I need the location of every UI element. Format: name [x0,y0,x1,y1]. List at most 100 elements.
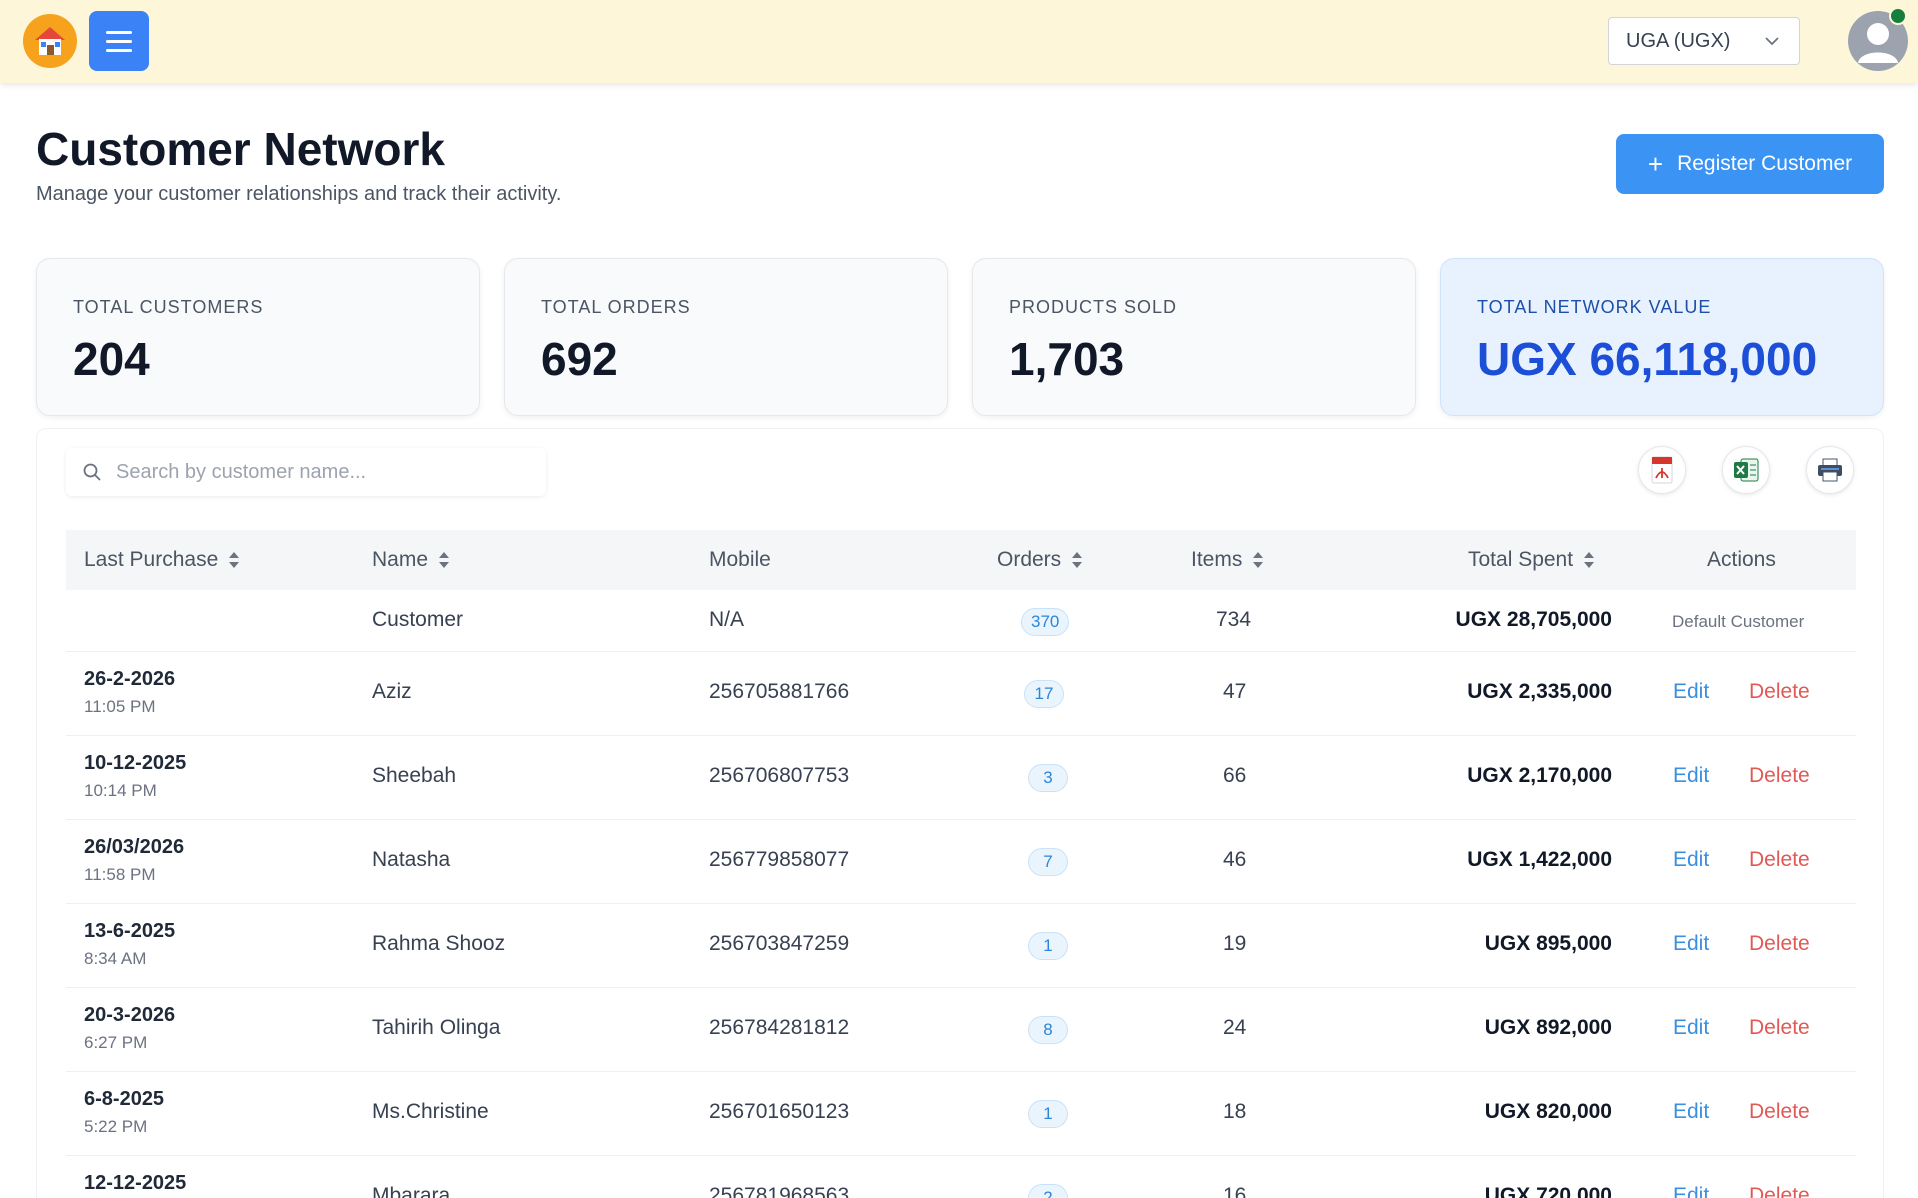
delete-button[interactable]: Delete [1749,1100,1810,1124]
orders-badge: 1 [1028,1100,1068,1128]
plus-icon: + [1647,149,1664,179]
cell-items: 16 [1223,1184,1247,1198]
orders-badge: 370 [1021,608,1070,636]
cell-items: 19 [1223,932,1247,955]
cell-name: Rahma Shooz [372,932,506,955]
cell-items: 734 [1216,608,1252,631]
page-title: Customer Network [36,123,445,175]
stat-value: 692 [541,333,618,385]
register-customer-button[interactable]: + Register Customer [1616,134,1884,194]
delete-button[interactable]: Delete [1749,680,1810,704]
purchase-date: 12-12-2025 [84,1172,187,1194]
pdf-icon [1651,456,1673,484]
cell-mobile: 256781968563 [709,1184,850,1198]
home-button[interactable] [23,14,77,68]
stat-value: 1,703 [1009,333,1125,385]
purchase-date: 26-2-2026 [84,668,176,690]
export-excel-button[interactable] [1722,446,1770,494]
delete-button[interactable]: Delete [1749,932,1810,956]
column-header-last-purchase[interactable]: Last Purchase [84,530,240,590]
purchase-time: 8:34 AM [84,949,147,968]
stat-value: UGX 66,118,000 [1477,333,1818,385]
cell-name: Natasha [372,848,451,871]
stat-card-products-sold: PRODUCTS SOLD 1,703 [972,258,1416,416]
column-header-name[interactable]: Name [372,530,450,590]
column-header-actions: Actions [1707,530,1776,590]
stat-label: TOTAL ORDERS [541,297,691,317]
cell-total-spent: UGX 720,000 [1484,1184,1612,1198]
column-label: Last Purchase [84,548,219,571]
online-status-dot [1889,7,1907,25]
export-pdf-button[interactable] [1638,446,1686,494]
search-input[interactable] [116,460,516,484]
edit-button[interactable]: Edit [1673,848,1709,872]
table-row: 26/03/2026 11:58 PM Natasha 256779858077… [66,820,1856,904]
delete-button[interactable]: Delete [1749,848,1810,872]
cell-total-spent: UGX 820,000 [1484,1100,1612,1123]
default-customer-note: Default Customer [1672,612,1805,631]
orders-badge: 17 [1024,680,1064,708]
delete-button[interactable]: Delete [1749,764,1810,788]
cell-items: 24 [1223,1016,1247,1039]
cell-last-purchase: 20-3-2026 6:27 PM [84,1004,175,1053]
orders-badge: 8 [1028,1016,1068,1044]
cell-total-spent: UGX 2,335,000 [1467,680,1612,703]
edit-button[interactable]: Edit [1673,680,1709,704]
column-label: Items [1191,548,1243,571]
search-icon [83,463,101,481]
edit-button[interactable]: Edit [1673,1016,1709,1040]
cell-items: 66 [1223,764,1247,787]
currency-select[interactable]: UGA (UGX) [1608,17,1800,65]
table-row: 10-12-2025 10:14 PM Sheebah 256706807753… [66,736,1856,820]
purchase-time: 5:22 PM [84,1117,148,1136]
table-header: Last Purchase Name Mobile Orders Items T… [66,530,1856,590]
cell-items: 46 [1223,848,1247,871]
cell-name: Mbarara [372,1184,451,1198]
currency-select-value: UGA (UGX) [1626,29,1731,52]
purchase-date: 10-12-2025 [84,752,187,774]
edit-button[interactable]: Edit [1673,932,1709,956]
column-header-items[interactable]: Items [1191,530,1264,590]
edit-button[interactable]: Edit [1673,764,1709,788]
stat-value: 204 [73,333,150,385]
edit-button[interactable]: Edit [1673,1184,1709,1198]
column-header-mobile: Mobile [709,530,771,590]
menu-button[interactable] [89,11,149,71]
cell-mobile: 256705881766 [709,680,850,703]
cell-last-purchase: 12-12-2025 [84,1172,186,1195]
cell-total-spent: UGX 892,000 [1484,1016,1612,1039]
excel-icon [1734,458,1759,482]
print-button[interactable] [1806,446,1854,494]
cell-last-purchase: 6-8-2025 5:22 PM [84,1088,164,1137]
column-header-orders[interactable]: Orders [997,530,1083,590]
cell-total-spent: UGX 28,705,000 [1455,608,1612,631]
cell-name: Customer [372,608,464,631]
sort-icon [1253,552,1264,568]
cell-last-purchase: 13-6-2025 8:34 AM [84,920,175,969]
column-label: Orders [997,548,1062,571]
stat-label: TOTAL CUSTOMERS [73,297,264,317]
chevron-down-icon [1765,37,1779,46]
sort-icon [229,552,240,568]
cell-total-spent: UGX 2,170,000 [1467,764,1612,787]
edit-button[interactable]: Edit [1673,1100,1709,1124]
search-box[interactable] [66,448,546,496]
cell-mobile: 256779858077 [709,848,850,871]
cell-items: 47 [1223,680,1247,703]
register-customer-label: Register Customer [1677,152,1853,175]
stat-label: PRODUCTS SOLD [1009,297,1178,317]
purchase-time: 11:05 PM [84,697,156,716]
cell-mobile: N/A [709,608,745,631]
delete-button[interactable]: Delete [1749,1184,1810,1198]
delete-button[interactable]: Delete [1749,1016,1810,1040]
cell-items: 18 [1223,1100,1247,1123]
column-label: Name [372,548,429,571]
purchase-time: 11:58 PM [84,865,156,884]
stat-card-total-orders: TOTAL ORDERS 692 [504,258,948,416]
cell-name: Ms.Christine [372,1100,489,1123]
table-row: Customer N/A 370 734 UGX 28,705,000 Defa… [66,590,1856,652]
column-header-total-spent[interactable]: Total Spent [1468,530,1595,590]
orders-badge: 2 [1028,1184,1068,1198]
purchase-time: 10:14 PM [84,781,157,800]
home-icon [35,27,65,55]
